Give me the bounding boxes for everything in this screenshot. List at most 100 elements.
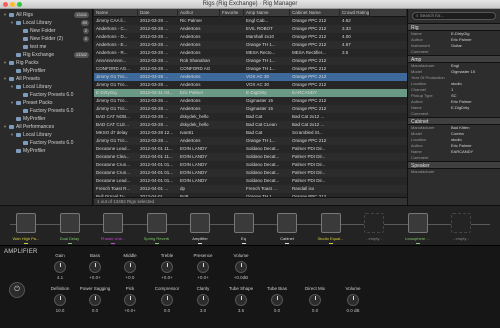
inspector-section-speaker[interactable]: Speaker [408,161,500,169]
disclosure-expanded-icon[interactable]: ▼ [3,123,7,131]
sidebar-item[interactable]: ▼ Local Library [0,131,92,139]
table-row[interactable]: Andertons - D... 2012-03-28 ... Andertons M… [94,33,407,41]
sidebar-item[interactable]: MyProfiler [0,147,92,155]
table-row[interactable]: CONFORD AG... 2012-03-28 ... CONFORD AG Ora… [94,65,407,73]
search-input[interactable]: ⌕ Search for... [412,12,496,20]
knob-dial[interactable] [124,294,136,306]
disclosure-expanded-icon[interactable]: ▼ [10,131,14,139]
knob-dial[interactable] [309,294,321,306]
table-row[interactable]: Jimmy G1 Tric... 2012-03-28 ... Andertons V… [94,73,407,81]
column-header[interactable]: Favorite [220,9,244,17]
chain-module[interactable]: Ionosphere ... [400,211,436,247]
knob-power-sagging[interactable]: Power Sagging 0.0 [80,286,111,320]
table-row[interactable]: AnnAnnAnnn... 2012-03-28 ... Rob Shanahan O… [94,57,407,65]
chain-module[interactable]: Wah High Pa... [8,211,44,247]
disclosure-expanded-icon[interactable]: ▼ [10,19,14,27]
knob-bass[interactable]: Bass +0.0+ [80,253,110,287]
table-row[interactable]: Decatone Crun... 2012-04-01 01... EOIN LAN… [94,161,407,169]
knob-definition[interactable]: Definition 10.0 [45,286,75,320]
knob-direct-mix[interactable]: Direct Mix 0.0 [300,286,330,320]
column-header[interactable]: Cabinet Name [290,9,340,17]
table-row[interactable]: Decatone Lead... 2012-04-01 11... EOIN LAN… [94,145,407,153]
sidebar-item[interactable]: ▼ Preset Packs [0,99,92,107]
sidebar-item[interactable]: ▼ Rig Packs [0,59,92,67]
chain-slot-empty[interactable]: - empty - [356,211,392,247]
knob-tube-bias[interactable]: Tube Bias 0.0 [262,286,292,320]
knob-clarity[interactable]: Clarity 3.0 [188,286,218,320]
knob-compressor[interactable]: Compressor 0.0 [152,286,182,320]
chain-module[interactable]: Spring Reverb [139,211,175,247]
knob-dial[interactable] [54,261,66,273]
table-row[interactable]: Decatone Lead... 2012-04-01 01... EOIN LAN… [94,177,407,185]
chain-module[interactable]: Dual Delay [52,211,88,247]
table-row[interactable]: Jimmy G1 Tric... 2012-03-28 ... Andertons G… [94,105,407,113]
knob-dial[interactable] [124,261,136,273]
column-header[interactable]: Date [138,9,178,17]
sidebar-item[interactable]: ▼ Local Library [0,83,92,91]
table-row[interactable]: BAD CAT NOB... 2012-03-28 ... dskydek_hell… [94,113,407,121]
sidebar-item[interactable]: ▼ All Performances [0,123,92,131]
table-row[interactable]: Jimmy CAA li... 2012-03-29 ... Ric Palmer E… [94,17,407,25]
inspector-value[interactable]: Guitar [451,43,462,49]
knob-dial[interactable] [161,294,173,306]
knob-volume[interactable]: Volume 0.0 dB [338,286,368,320]
table-row[interactable]: MKSO d7 delay 2012-03-28 12... Ivan81 Bad C… [94,129,407,137]
sidebar-item[interactable]: New Folder 2 [0,27,92,35]
chain-module[interactable]: Studio Equal... [313,211,349,247]
sidebar-item[interactable]: MyProfiler [0,115,92,123]
inspector-value[interactable]: E-DigDirty [451,105,469,111]
table-row[interactable]: Decatone Crun... 2012-04-01 01... EOIN LAN… [94,169,407,177]
inspector-section-amp[interactable]: Amp [408,55,500,63]
power-button[interactable]: ⏻ [9,282,25,298]
column-header[interactable]: Name [94,9,138,17]
knob-dial[interactable] [197,261,209,273]
chain-module[interactable]: Cabinet [269,211,305,247]
knob-dial[interactable] [235,294,247,306]
knob-gain[interactable]: Gain 4.1 [45,253,75,287]
chain-module[interactable]: Phaser Une... [95,211,131,247]
inspector-section-rig[interactable]: Rig [408,23,500,31]
sidebar-item[interactable]: test me [0,43,92,51]
sidebar-item[interactable]: ▼ All Presets [0,75,92,83]
table-row[interactable]: Decatone Clea... 2012-04-01 11... EOIN LAN… [94,153,407,161]
knob-presence[interactable]: Presence +0.0+ [188,253,218,287]
knob-dial[interactable] [197,294,209,306]
knob-treble[interactable]: Treble +0.0+ [152,253,182,287]
table-row[interactable]: Andertons - E... 2012-03-28 ... Andertons O… [94,41,407,49]
sidebar-item[interactable]: Factory Presets 6.0 [0,107,92,115]
chain-module[interactable]: Amplifier [182,211,218,247]
inspector-value[interactable]: Gigmaster 15 [451,69,475,75]
knob-pick[interactable]: Pick +0.0+ [115,286,145,320]
sidebar-item[interactable]: ▼ Local Library 89 [0,19,92,27]
disclosure-expanded-icon[interactable]: ▼ [3,59,7,67]
knob-dial[interactable] [347,294,359,306]
knob-dial[interactable] [54,294,66,306]
knob-dial[interactable] [161,261,173,273]
knob-volume[interactable]: Volume +0.0dB [226,253,256,287]
disclosure-expanded-icon[interactable]: ▼ [3,75,7,83]
chain-module[interactable]: Eq [226,211,262,247]
column-header[interactable]: Crowd Rating [340,9,370,17]
knob-middle[interactable]: Middle +0.0 [115,253,145,287]
knob-dial[interactable] [235,261,247,273]
sidebar-item[interactable]: MyProfiler [0,67,92,75]
knob-dial[interactable] [89,294,101,306]
table-row[interactable]: Andertons - C... 2012-03-28 ... Andertons E… [94,25,407,33]
sidebar-item[interactable]: New Folder (2) 0 [0,35,92,43]
disclosure-expanded-icon[interactable]: ▼ [10,83,14,91]
knob-dial[interactable] [89,261,101,273]
sidebar-item[interactable]: Factory Presets 6.0 [0,139,92,147]
table-row[interactable]: Andertons - R... 2012-03-28 ... Andertons M… [94,49,407,57]
table-row[interactable]: Jimmy G1 Tric... 2012-03-28 ... Andertons V… [94,81,407,89]
table-row[interactable]: E-DirtyGig 2012-03-31 04... Eric Palmer E-D… [94,89,407,97]
table-row[interactable]: Jimmy G1 Tric... 2012-03-26 ... Andertons G… [94,97,407,105]
sidebar-item[interactable]: ▼ All Rigs 13411 [0,11,92,19]
disclosure-expanded-icon[interactable]: ▼ [10,99,14,107]
column-header[interactable]: Amp Name [244,9,290,17]
knob-tube-shape[interactable]: Tube Shape 3.5 [226,286,256,320]
disclosure-expanded-icon[interactable]: ▼ [3,11,7,19]
table-row[interactable]: French Toast R... 2012-04-01 ... dp French … [94,185,407,193]
column-header[interactable] [370,9,407,17]
column-header[interactable]: Author [178,9,220,17]
sidebar-item[interactable]: Factory Presets 6.0 [0,91,92,99]
